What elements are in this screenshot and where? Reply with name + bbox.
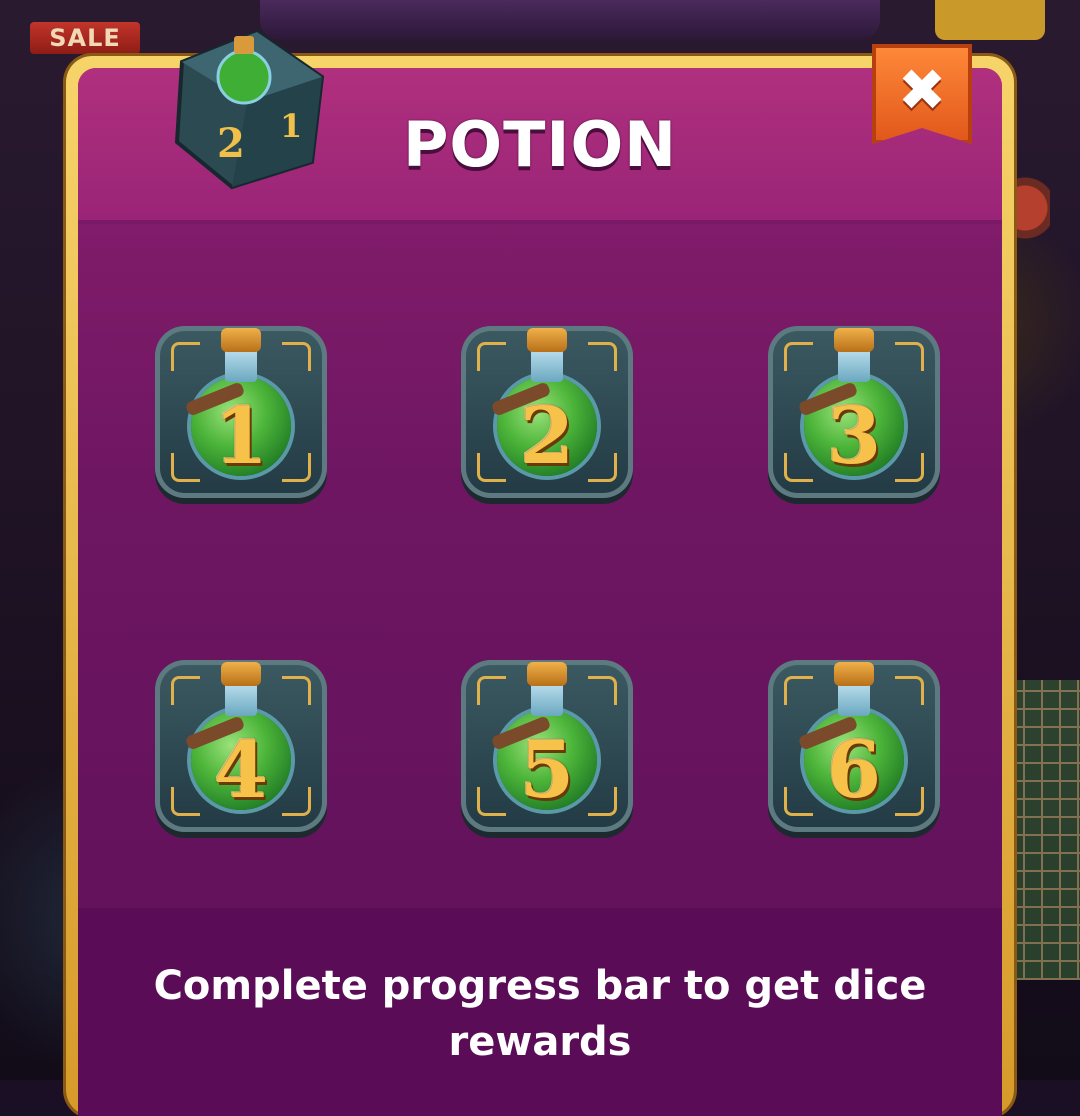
background-shop-icon — [935, 0, 1045, 40]
background-top-bar — [260, 0, 880, 40]
potion-tile-5[interactable]: 5 — [461, 660, 633, 832]
potion-tile-2[interactable]: 2 — [461, 326, 633, 498]
sale-badge: SALE — [30, 22, 140, 54]
potion-tile-1[interactable]: 1 — [155, 326, 327, 498]
footer-instruction: Complete progress bar to get dice reward… — [153, 963, 927, 1065]
potion-tile-6[interactable]: 6 — [768, 660, 940, 832]
tile-number: 5 — [519, 725, 575, 816]
tile-number: 2 — [519, 391, 575, 482]
svg-text:1: 1 — [280, 107, 302, 145]
tile-number: 6 — [826, 725, 882, 816]
potion-dice-icon: 2 1 — [174, 29, 325, 190]
tile-number: 3 — [826, 391, 882, 482]
dialog-body: POTION Complete progress bar to get dice… — [78, 68, 1002, 1116]
svg-text:2: 2 — [217, 120, 245, 167]
potion-dialog: POTION Complete progress bar to get dice… — [66, 56, 1014, 1116]
background-game-board — [1005, 680, 1080, 980]
potion-tile-3[interactable]: 3 — [768, 326, 940, 498]
close-icon: ✖ — [897, 56, 947, 124]
tile-number: 4 — [213, 725, 269, 816]
tile-number: 1 — [213, 391, 269, 482]
header-divider — [78, 220, 1002, 224]
potion-tile-4[interactable]: 4 — [155, 660, 327, 832]
close-button[interactable]: ✖ — [872, 44, 972, 144]
